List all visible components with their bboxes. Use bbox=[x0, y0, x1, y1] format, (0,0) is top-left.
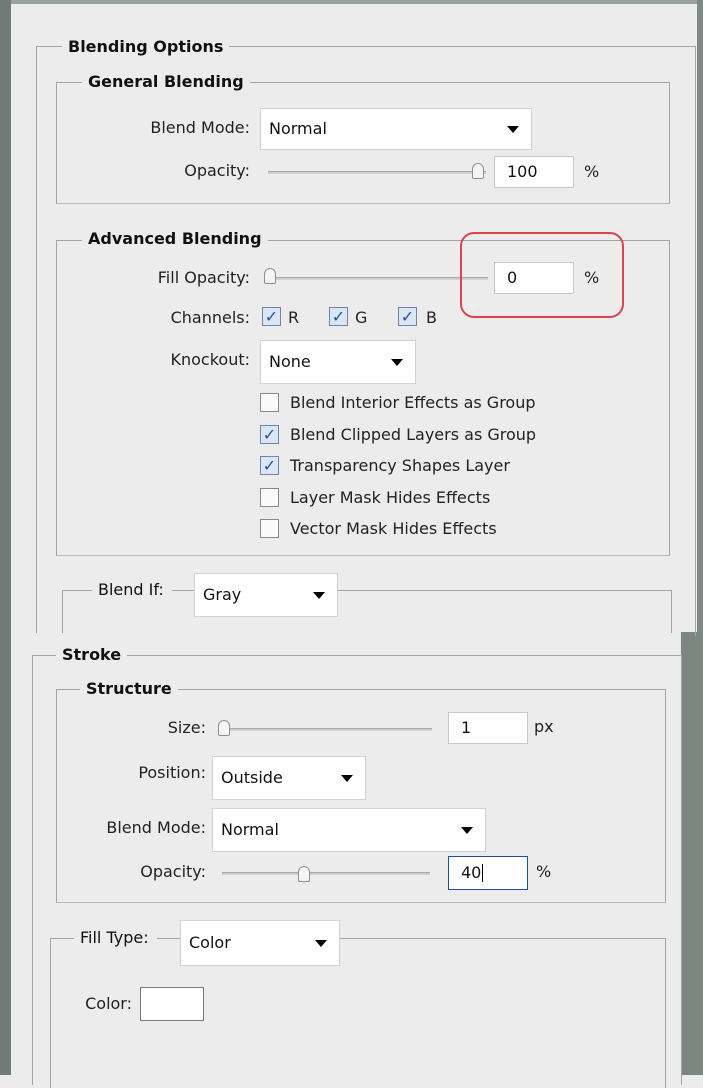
advanced-blending-title: Advanced Blending bbox=[82, 229, 268, 249]
window-left-edge bbox=[0, 0, 11, 1075]
fill-opacity-slider-track[interactable] bbox=[266, 277, 488, 280]
blend-if-dropdown[interactable]: Gray bbox=[194, 573, 338, 617]
fill-opacity-slider-thumb[interactable] bbox=[264, 268, 276, 284]
blend-if-value: Gray bbox=[203, 585, 242, 604]
blend-clipped-label: Blend Clipped Layers as Group bbox=[290, 425, 537, 444]
layer-mask-hides-label: Layer Mask Hides Effects bbox=[290, 488, 491, 507]
channel-r-label: R bbox=[288, 308, 300, 327]
channel-g-label: G bbox=[355, 308, 368, 327]
window-top-edge bbox=[11, 0, 703, 4]
blend-if-label: Blend If: bbox=[92, 580, 172, 600]
chevron-down-icon bbox=[313, 592, 325, 599]
general-blending-title: General Blending bbox=[82, 72, 250, 92]
blend-mode-label: Blend Mode: bbox=[150, 118, 250, 137]
channel-b-label: B bbox=[426, 308, 437, 327]
position-dropdown[interactable]: Outside bbox=[212, 756, 366, 800]
channel-r-checkbox[interactable]: ✓ bbox=[262, 307, 281, 326]
color-label: Color: bbox=[85, 994, 132, 1013]
channel-b-checkbox[interactable]: ✓ bbox=[398, 307, 417, 326]
vector-mask-hides-checkbox[interactable] bbox=[260, 519, 279, 538]
blending-options-title: Blending Options bbox=[62, 37, 230, 57]
window-scroll-area[interactable] bbox=[681, 632, 703, 1075]
opacity-slider-thumb[interactable] bbox=[472, 163, 484, 179]
stroke-color-swatch[interactable] bbox=[140, 987, 204, 1021]
chevron-down-icon bbox=[341, 775, 353, 782]
stroke-blend-mode-value: Normal bbox=[221, 820, 279, 839]
stroke-opacity-slider-thumb[interactable] bbox=[298, 866, 311, 882]
fill-opacity-label: Fill Opacity: bbox=[157, 268, 250, 287]
position-label: Position: bbox=[138, 763, 206, 782]
stroke-opacity-unit: % bbox=[536, 862, 552, 881]
transparency-shapes-label: Transparency Shapes Layer bbox=[290, 456, 510, 475]
blend-interior-label: Blend Interior Effects as Group bbox=[290, 393, 536, 412]
text-caret bbox=[482, 864, 483, 882]
position-value: Outside bbox=[221, 768, 283, 787]
fill-type-label: Fill Type: bbox=[74, 928, 157, 948]
stroke-blend-mode-dropdown[interactable]: Normal bbox=[212, 808, 486, 852]
blend-mode-value: Normal bbox=[269, 119, 327, 138]
channels-label: Channels: bbox=[170, 308, 250, 327]
opacity-label: Opacity: bbox=[184, 161, 250, 180]
chevron-down-icon bbox=[507, 126, 519, 133]
structure-title: Structure bbox=[80, 679, 178, 699]
size-unit: px bbox=[534, 717, 554, 736]
size-label: Size: bbox=[167, 718, 206, 737]
opacity-slider-track[interactable] bbox=[268, 171, 486, 174]
size-slider-thumb[interactable] bbox=[218, 720, 230, 736]
fill-type-value: Color bbox=[189, 933, 231, 952]
blend-interior-checkbox[interactable] bbox=[260, 393, 279, 412]
channel-g-checkbox[interactable]: ✓ bbox=[329, 307, 348, 326]
fill-type-dropdown[interactable]: Color bbox=[180, 920, 340, 966]
knockout-label: Knockout: bbox=[170, 350, 250, 369]
vector-mask-hides-label: Vector Mask Hides Effects bbox=[290, 519, 497, 538]
stroke-opacity-input[interactable]: 40 bbox=[448, 856, 528, 890]
blend-mode-dropdown[interactable]: Normal bbox=[260, 108, 532, 150]
layer-mask-hides-checkbox[interactable] bbox=[260, 488, 279, 507]
transparency-shapes-checkbox[interactable]: ✓ bbox=[260, 456, 279, 475]
fill-opacity-highlight bbox=[460, 232, 624, 318]
chevron-down-icon bbox=[391, 359, 403, 366]
chevron-down-icon bbox=[315, 940, 327, 947]
stroke-opacity-label: Opacity: bbox=[140, 862, 206, 881]
window-right-edge bbox=[697, 0, 703, 632]
stroke-blend-mode-label: Blend Mode: bbox=[106, 818, 206, 837]
knockout-value: None bbox=[269, 352, 311, 371]
opacity-unit: % bbox=[584, 162, 600, 181]
knockout-dropdown[interactable]: None bbox=[260, 340, 416, 384]
blend-clipped-checkbox[interactable]: ✓ bbox=[260, 425, 279, 444]
chevron-down-icon bbox=[461, 827, 473, 834]
size-slider-track[interactable] bbox=[220, 728, 432, 731]
opacity-input[interactable]: 100 bbox=[494, 156, 574, 188]
stroke-opacity-slider-track[interactable] bbox=[222, 872, 430, 875]
stroke-title: Stroke bbox=[56, 645, 128, 665]
size-input[interactable]: 1 bbox=[448, 712, 528, 744]
